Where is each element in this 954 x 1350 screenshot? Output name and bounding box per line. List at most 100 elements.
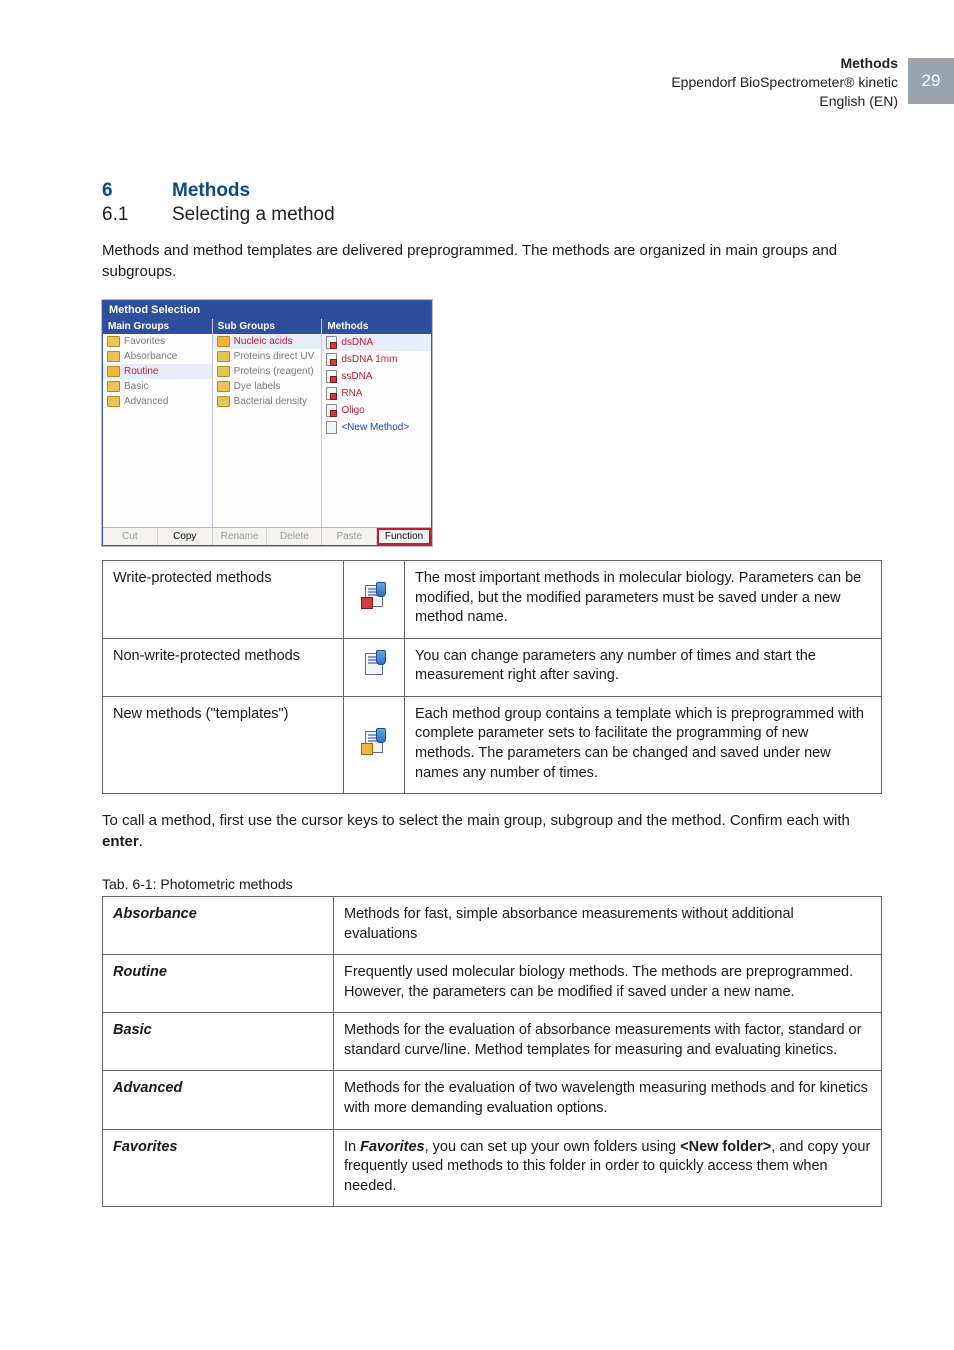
method-item[interactable]: Oligo (322, 402, 431, 419)
subsection-title: Selecting a method (172, 204, 335, 225)
header-device-line: Eppendorf BioSpectrometer® kinetic (671, 73, 898, 92)
locked-doc-icon (326, 353, 337, 366)
item-label: Proteins direct UV (234, 351, 315, 362)
header-title: Methods (671, 54, 898, 73)
method-type-icon-cell (344, 696, 405, 793)
method-type-desc: The most important methods in molecular … (405, 561, 882, 639)
folder-icon (217, 381, 230, 392)
table-caption: Tab. 6-1: Photometric methods (102, 876, 882, 892)
method-type-name: Write-protected methods (103, 561, 344, 639)
method-item[interactable]: ssDNA (322, 368, 431, 385)
method-item[interactable]: RNA (322, 385, 431, 402)
method-type-row: New methods ("templates") Each method gro… (103, 696, 882, 793)
screenshot-button: Delete (267, 528, 322, 545)
main-group-item[interactable]: Advanced (103, 394, 212, 409)
doc-icon (326, 421, 337, 434)
category-row: AbsorbanceMethods for fast, simple absor… (103, 897, 882, 955)
normal-method-icon (363, 653, 385, 675)
method-item[interactable]: dsDNA 1mm (322, 351, 431, 368)
item-label: Nucleic acids (234, 336, 293, 347)
sub-group-item[interactable]: Dye labels (213, 379, 322, 394)
category-name: Advanced (103, 1071, 334, 1129)
sub-group-item[interactable]: Nucleic acids (213, 334, 322, 349)
screenshot-button[interactable]: Copy (158, 528, 213, 545)
section-number: 6 (102, 180, 172, 202)
locked-doc-icon (326, 336, 337, 349)
section-heading: 6Methods (102, 180, 882, 202)
photometric-methods-table: AbsorbanceMethods for fast, simple absor… (102, 896, 882, 1207)
method-type-row: Non-write-protected methods You can chang… (103, 638, 882, 696)
method-type-desc: Each method group contains a template wh… (405, 696, 882, 793)
category-name: Basic (103, 1013, 334, 1071)
main-groups-column: Main Groups Favorites Absorbance Routine Ba… (103, 319, 213, 527)
item-label: dsDNA 1mm (341, 354, 397, 365)
page-number-badge: 29 (908, 58, 954, 104)
sub-group-item[interactable]: Proteins direct UV (213, 349, 322, 364)
method-item[interactable]: <New Method> (322, 419, 431, 436)
method-type-icon-cell (344, 561, 405, 639)
locked-doc-icon (326, 387, 337, 400)
main-group-item[interactable]: Favorites (103, 334, 212, 349)
folder-icon (107, 396, 120, 407)
folder-icon (217, 396, 230, 407)
item-label: Proteins (reagent) (234, 366, 314, 377)
category-desc: Methods for the evaluation of two wavele… (334, 1071, 882, 1129)
item-label: Favorites (124, 336, 165, 347)
screenshot-button: Paste (322, 528, 377, 545)
folder-icon (107, 351, 120, 362)
template-method-icon (363, 731, 385, 753)
category-name: Absorbance (103, 897, 334, 955)
folder-icon (217, 336, 230, 347)
category-row: AdvancedMethods for the evaluation of tw… (103, 1071, 882, 1129)
sub-group-item[interactable]: Proteins (reagent) (213, 364, 322, 379)
section-title: Methods (172, 180, 250, 201)
main-groups-header: Main Groups (103, 319, 212, 334)
locked-doc-icon (326, 404, 337, 417)
header-lang-line: English (EN) (671, 92, 898, 111)
item-label: Dye labels (234, 381, 281, 392)
category-row: RoutineFrequently used molecular biology… (103, 955, 882, 1013)
screenshot-button[interactable]: Function (377, 528, 431, 545)
sub-groups-header: Sub Groups (213, 319, 322, 334)
main-group-item[interactable]: Basic (103, 379, 212, 394)
locked-doc-icon (326, 370, 337, 383)
lead-paragraph: Methods and method templates are deliver… (102, 240, 882, 282)
after-table-note: To call a method, first use the cursor k… (102, 810, 882, 852)
item-label: Advanced (124, 396, 168, 407)
method-type-name: Non-write-protected methods (103, 638, 344, 696)
main-group-item[interactable]: Absorbance (103, 349, 212, 364)
screenshot-button-row: CutCopyRenameDeletePasteFunction (103, 527, 431, 545)
item-label: Basic (124, 381, 148, 392)
method-selection-screenshot: Method Selection Main Groups FavoritesAb… (102, 300, 432, 546)
folder-icon (107, 336, 120, 347)
item-label: ssDNA (341, 371, 372, 382)
methods-column: Methods dsDNAdsDNA 1mmssDNARNAOligo<New … (322, 319, 431, 527)
category-name: Favorites (103, 1129, 334, 1207)
page-header: Methods Eppendorf BioSpectrometer® kinet… (0, 32, 954, 132)
method-item[interactable]: dsDNA (322, 334, 431, 351)
after-note-post: . (139, 833, 143, 850)
category-row: BasicMethods for the evaluation of absor… (103, 1013, 882, 1071)
main-group-item[interactable]: Routine (103, 364, 212, 379)
method-type-row: Write-protected methods The most importan… (103, 561, 882, 639)
category-desc: Frequently used molecular biology method… (334, 955, 882, 1013)
category-row: FavoritesIn Favorites, you can set up yo… (103, 1129, 882, 1207)
method-type-name: New methods ("templates") (103, 696, 344, 793)
method-type-desc: You can change parameters any number of … (405, 638, 882, 696)
header-text-block: Methods Eppendorf BioSpectrometer® kinet… (671, 54, 898, 111)
item-label: dsDNA (341, 337, 373, 348)
sub-groups-column: Sub Groups Nucleic acids Proteins direct … (213, 319, 323, 527)
enter-key: enter (102, 833, 139, 850)
subsection-heading: 6.1Selecting a method (102, 204, 882, 226)
folder-icon (107, 381, 120, 392)
method-types-table: Write-protected methods The most importan… (102, 560, 882, 794)
locked-method-icon (363, 585, 385, 607)
folder-icon (217, 351, 230, 362)
sub-group-item[interactable]: Bacterial density (213, 394, 322, 409)
category-desc: In Favorites, you can set up your own fo… (334, 1129, 882, 1207)
method-type-icon-cell (344, 638, 405, 696)
screenshot-button: Cut (103, 528, 158, 545)
item-label: Routine (124, 366, 158, 377)
category-desc: Methods for fast, simple absorbance meas… (334, 897, 882, 955)
after-note-pre: To call a method, first use the cursor k… (102, 812, 850, 829)
